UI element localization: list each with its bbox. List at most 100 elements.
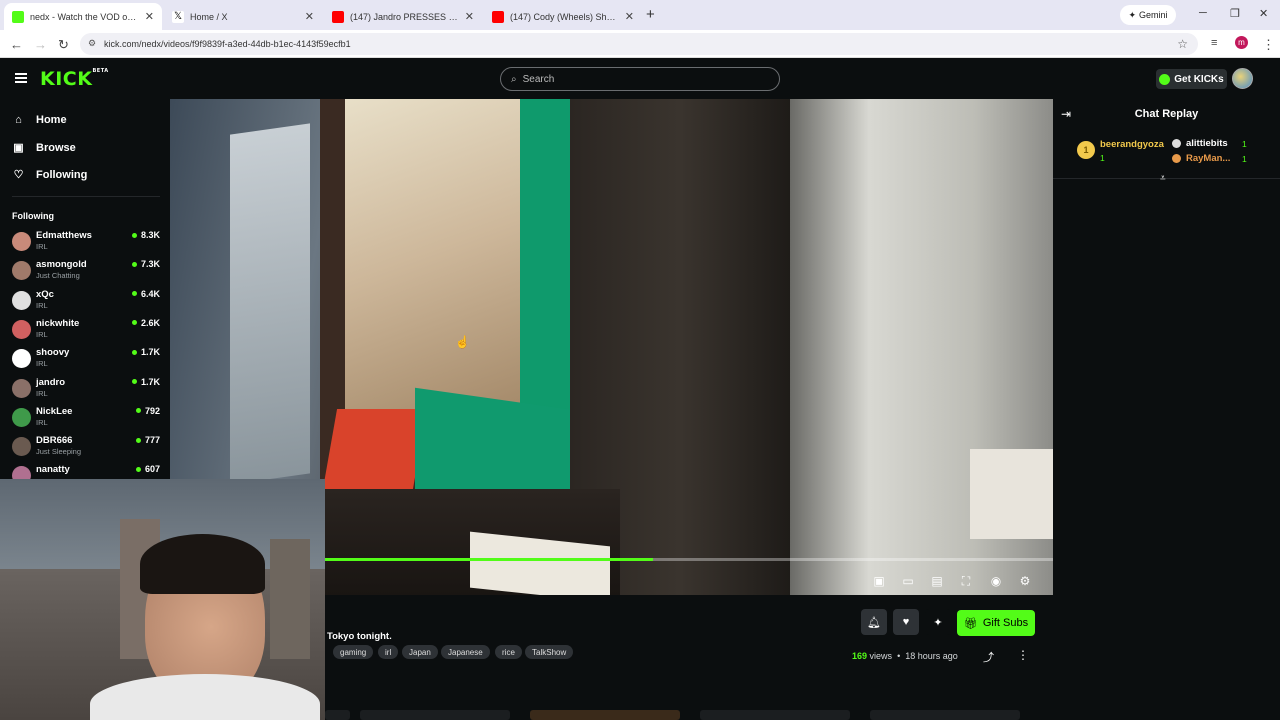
video-thumbnail[interactable]: [360, 710, 510, 720]
boost-button[interactable]: ✦: [925, 609, 951, 635]
tag-rice[interactable]: rice: [495, 645, 522, 659]
hamburger-menu-icon[interactable]: [15, 73, 27, 83]
reload-icon[interactable]: ↻: [58, 37, 69, 53]
video-scene-shop-sign: [970, 449, 1053, 539]
youtube-favicon-icon: [332, 10, 344, 23]
close-tab-icon[interactable]: ✕: [145, 10, 154, 23]
viewer-count: 6.4K: [131, 289, 160, 299]
video-progress-bar[interactable]: [325, 558, 1053, 561]
channel-category: IRL: [36, 388, 48, 398]
following-item[interactable]: shoovy IRL 1.7K: [12, 347, 160, 375]
webcam-hair: [140, 534, 265, 594]
video-thumbnail[interactable]: [530, 710, 680, 720]
views-label: views: [869, 651, 893, 661]
avatar: [12, 378, 31, 398]
sidebar-item-following[interactable]: ♡ Following: [12, 168, 88, 182]
tag-japan[interactable]: Japan: [402, 645, 438, 659]
notification-bell-button[interactable]: 🔔︎: [861, 609, 887, 635]
browser-tab-youtube-2[interactable]: (147) Cody (Wheels) Shows Sho ✕: [484, 3, 642, 30]
following-item[interactable]: NickLee IRL 792: [12, 406, 160, 434]
browser-tab-x[interactable]: 𝕏 Home / X ✕: [164, 3, 322, 30]
bookmark-star-icon[interactable]: ☆: [1177, 37, 1188, 51]
more-options-icon[interactable]: ⋮: [1017, 648, 1029, 662]
following-item[interactable]: xQc IRL 6.4K: [12, 289, 160, 317]
sidebar-item-browse[interactable]: ▣ Browse: [12, 141, 76, 155]
get-kicks-button[interactable]: Get KICKs: [1156, 69, 1227, 89]
expand-gifters-icon[interactable]: ⩡: [1160, 173, 1166, 184]
video-thumbnail[interactable]: [325, 710, 350, 720]
gift-icon: 🎁︎: [963, 617, 978, 630]
sidebar-item-label: Browse: [36, 141, 76, 154]
close-tab-icon[interactable]: ✕: [305, 10, 314, 23]
tag-gaming[interactable]: gaming: [333, 645, 374, 659]
beta-badge: BETA: [92, 68, 109, 74]
url-field[interactable]: ⚙ kick.com/nedx/videos/f9f9839f-a3ed-44d…: [80, 33, 1198, 55]
kick-logo[interactable]: KICKBETA: [40, 68, 109, 90]
gifter-name[interactable]: beerandgyoza: [1100, 139, 1164, 150]
settings-icon[interactable]: ⚙: [1017, 574, 1033, 588]
minimize-icon[interactable]: ─: [1199, 7, 1207, 19]
forward-icon[interactable]: →: [34, 37, 47, 52]
webcam-building: [270, 539, 310, 659]
site-info-icon[interactable]: ⚙: [88, 38, 96, 49]
gifter-count: 1: [1100, 153, 1105, 163]
browser-tab-kick[interactable]: nedx - Watch the VOD on Kick ✕: [4, 3, 162, 30]
viewer-count: 1.7K: [131, 347, 160, 357]
share-icon[interactable]: ⤴: [983, 649, 994, 665]
tag-talkshow[interactable]: TalkShow: [525, 645, 574, 659]
close-tab-icon[interactable]: ✕: [625, 10, 634, 23]
media-controls-icon[interactable]: ≡: [1211, 37, 1217, 49]
gifter-name[interactable]: RayMan...: [1186, 153, 1230, 164]
live-dot-icon: [131, 232, 137, 238]
viewer-count-value: 2.6K: [140, 317, 160, 328]
captions-icon[interactable]: ▤: [929, 574, 945, 588]
browser-menu-icon[interactable]: ⋮: [1262, 37, 1275, 53]
following-item[interactable]: jandro IRL 1.7K: [12, 377, 160, 405]
maximize-icon[interactable]: ❐: [1230, 7, 1240, 20]
search-icon: ⌕: [511, 73, 517, 85]
video-thumbnail[interactable]: [870, 710, 1020, 720]
kick-favicon-icon: [12, 10, 24, 23]
fullscreen-icon[interactable]: ⛶: [958, 574, 974, 589]
gifter-name[interactable]: alittiebits: [1186, 138, 1228, 149]
following-section-header: Following: [12, 211, 54, 221]
search-placeholder: Search: [522, 73, 555, 85]
live-dot-icon: [131, 349, 137, 355]
profile-avatar[interactable]: m: [1235, 36, 1248, 49]
top-gifter-rank-badge: 1: [1077, 141, 1095, 159]
following-item[interactable]: nickwhite IRL 2.6K: [12, 318, 160, 346]
viewer-count-value: 607: [144, 464, 160, 475]
sidebar-item-home[interactable]: ⌂ Home: [12, 114, 66, 126]
gemini-button[interactable]: ✦ Gemini: [1120, 5, 1176, 25]
gifter-badge-icon: [1172, 154, 1181, 163]
chat-title: Chat Replay: [1134, 108, 1199, 120]
speed-icon[interactable]: ◉: [988, 574, 1004, 588]
tab-title: nedx - Watch the VOD on Kick: [30, 11, 139, 22]
live-dot-icon: [131, 379, 137, 384]
browser-tab-youtube-1[interactable]: (147) Jandro PRESSES CREEPY S ✕: [324, 3, 482, 30]
tag-japanese[interactable]: Japanese: [441, 645, 490, 659]
search-input[interactable]: ⌕ Search: [500, 67, 780, 91]
tag-irl[interactable]: irl: [378, 645, 399, 659]
channel-category: IRL: [36, 359, 48, 369]
viewer-count: 607: [135, 464, 160, 475]
viewer-count: 777: [135, 435, 160, 445]
gift-subs-button[interactable]: 🎁︎ Gift Subs: [957, 610, 1035, 636]
chat-divider: [1053, 178, 1280, 179]
viewer-count: 2.6K: [131, 317, 160, 328]
gemini-label: Gemini: [1139, 10, 1168, 20]
new-tab-button[interactable]: +: [646, 6, 655, 23]
following-item[interactable]: DBR666 Just Sleeping 777: [12, 435, 160, 463]
following-item[interactable]: Edmatthews IRL 8.3K: [12, 230, 160, 258]
following-item[interactable]: asmongold Just Chatting 7.3K: [12, 259, 160, 287]
follow-button[interactable]: ♥: [893, 609, 919, 635]
theater-icon[interactable]: ▭: [900, 574, 916, 588]
miniplayer-icon[interactable]: ▣: [871, 574, 887, 588]
back-icon[interactable]: ←: [10, 37, 23, 52]
channel-category: IRL: [36, 417, 48, 427]
video-thumbnail[interactable]: [700, 710, 850, 720]
close-tab-icon[interactable]: ✕: [465, 10, 474, 23]
close-window-icon[interactable]: ✕: [1259, 7, 1268, 20]
webcam-overlay: [0, 479, 325, 720]
user-avatar[interactable]: [1232, 68, 1253, 89]
